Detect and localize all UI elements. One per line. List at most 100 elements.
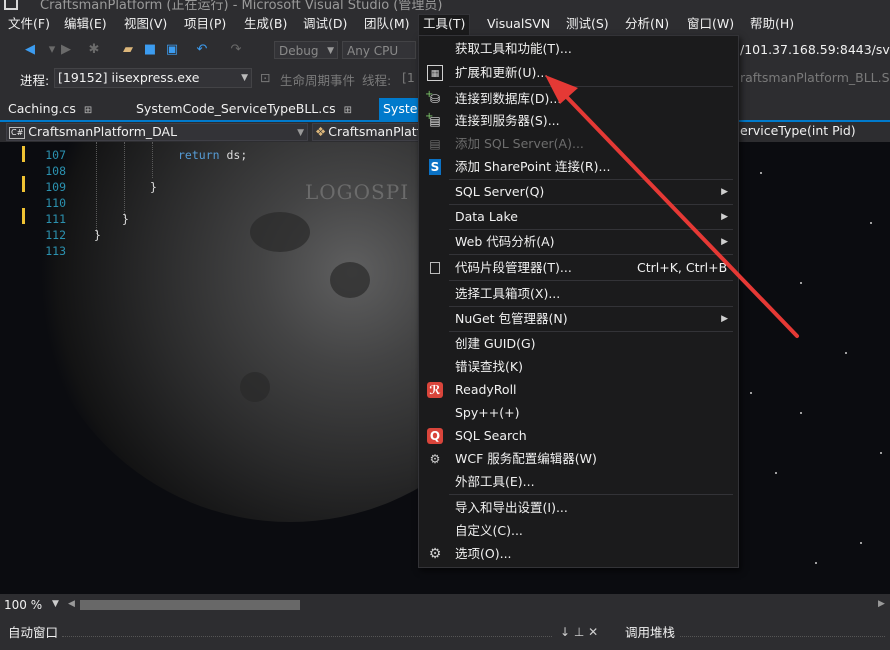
line-number: 108 — [45, 164, 66, 178]
process-combo[interactable]: [19152] iisexpress.exe ▼ — [54, 68, 252, 88]
menu-item-connect-database[interactable]: + ⛁ 连接到数据库(D)... — [419, 88, 738, 110]
menu-help[interactable]: 帮助(H) — [746, 15, 798, 33]
menu-item-external-tools[interactable]: 外部工具(E)... — [419, 471, 738, 493]
scroll-thumb[interactable] — [80, 600, 300, 610]
menu-file[interactable]: 文件(F) — [4, 15, 54, 33]
menu-item-options[interactable]: ⚙ 选项(O)... — [419, 543, 738, 565]
menu-item-spy[interactable]: Spy++(+) — [419, 402, 738, 424]
save-icon[interactable]: ■ — [142, 42, 158, 58]
menu-edit[interactable]: 编辑(E) — [60, 15, 111, 33]
menu-item-label: 添加 SharePoint 连接(R)... — [455, 159, 611, 174]
editor-horizontal-scrollbar[interactable]: 100 % ▼ ◀ ▶ — [0, 594, 890, 616]
menu-separator — [449, 306, 733, 307]
menu-test[interactable]: 测试(S) — [562, 15, 613, 33]
window-title: CraftsmanPlatform (正在运行) - Microsoft Vis… — [40, 0, 443, 12]
back-icon[interactable]: ◀ — [22, 42, 38, 58]
pin-icon[interactable]: ⊞ — [84, 105, 92, 116]
visual-studio-logo-icon — [4, 0, 18, 10]
open-file-icon[interactable]: ▰ — [120, 42, 136, 58]
forward-icon[interactable]: ▶ — [58, 42, 74, 58]
panel-pin-close-icons[interactable]: ↓ ⊥ ✕ — [560, 625, 598, 639]
menu-item-label: Web 代码分析(A) — [455, 234, 555, 249]
menu-item-add-sql-server[interactable]: ▤ 添加 SQL Server(A)... — [419, 133, 738, 155]
menu-item-label: 自定义(C)... — [455, 523, 523, 538]
sharepoint-icon: S — [429, 159, 441, 175]
lifecycle-events-icon[interactable]: ⊡ — [260, 70, 270, 85]
menu-window[interactable]: 窗口(W) — [683, 15, 738, 33]
menu-item-data-lake[interactable]: Data Lake ▶ — [419, 206, 738, 228]
menu-item-label: 选项(O)... — [455, 546, 512, 561]
submenu-arrow-icon: ▶ — [721, 187, 728, 197]
code-variable: ds; — [226, 148, 248, 162]
project-combo[interactable]: C# CraftsmanPlatform_DAL ▼ — [6, 123, 308, 141]
menu-item-label: 添加 SQL Server(A)... — [455, 136, 584, 151]
menu-item-nuget[interactable]: NuGet 包管理器(N) ▶ — [419, 308, 738, 330]
line-number: 112 — [45, 228, 66, 242]
star — [750, 392, 752, 394]
menu-item-web-code-analysis[interactable]: Web 代码分析(A) ▶ — [419, 231, 738, 253]
star — [775, 472, 777, 474]
process-value: [19152] iisexpress.exe — [58, 70, 200, 85]
menu-view[interactable]: 视图(V) — [120, 15, 171, 33]
menu-item-choose-toolbox[interactable]: 选择工具箱项(X)... — [419, 283, 738, 305]
chevron-down-icon: ▼ — [327, 46, 334, 56]
redo-icon[interactable]: ↷ — [228, 42, 244, 58]
undo-icon[interactable]: ↶ — [194, 42, 210, 58]
chevron-down-icon[interactable]: ▼ — [52, 599, 59, 609]
menu-item-error-lookup[interactable]: 错误查找(K) — [419, 356, 738, 378]
menu-build[interactable]: 生成(B) — [240, 15, 291, 33]
menu-item-sql-search[interactable]: Q SQL Search — [419, 425, 738, 447]
menu-item-add-sharepoint[interactable]: S 添加 SharePoint 连接(R)... — [419, 156, 738, 178]
submenu-arrow-icon: ▶ — [721, 314, 728, 324]
menu-visualsvn[interactable]: VisualSVN — [483, 15, 554, 33]
tab-caching[interactable]: Caching.cs ⊞ — [8, 98, 92, 120]
menu-separator — [449, 494, 733, 495]
scroll-right-icon[interactable]: ▶ — [878, 599, 885, 609]
menu-item-label: 创建 GUID(G) — [455, 336, 536, 351]
line-number: 110 — [45, 196, 66, 210]
menu-team[interactable]: 团队(M) — [360, 15, 414, 33]
menu-item-wcf-editor[interactable]: ⚙ WCF 服务配置编辑器(W) — [419, 448, 738, 470]
menu-item-readyroll[interactable]: ℛ ReadyRoll — [419, 379, 738, 401]
menu-item-sql-server[interactable]: SQL Server(Q) ▶ — [419, 181, 738, 203]
thread-label: 线程: — [362, 73, 392, 88]
database-icon: + ⛁ — [425, 89, 441, 106]
call-stack-window-title[interactable]: 调用堆栈 — [625, 624, 675, 650]
menu-separator — [449, 331, 733, 332]
changed-line-marker — [22, 146, 25, 162]
autos-window-title[interactable]: 自动窗口 — [8, 624, 58, 650]
scroll-left-icon[interactable]: ◀ — [68, 599, 75, 609]
menu-item-connect-server[interactable]: + ▤ 连接到服务器(S)... — [419, 110, 738, 132]
return-keyword: return — [178, 148, 220, 162]
menu-project[interactable]: 项目(P) — [180, 15, 230, 33]
type-combo[interactable]: ❖ CraftsmanPlatfo — [312, 123, 422, 141]
menu-analyze[interactable]: 分析(N) — [621, 15, 673, 33]
star — [860, 542, 862, 544]
menu-tools[interactable]: 工具(T) — [418, 14, 471, 37]
menu-item-label: Data Lake — [455, 209, 518, 224]
menu-item-get-tools[interactable]: 获取工具和功能(T)... — [419, 38, 738, 60]
menu-item-customize[interactable]: 自定义(C)... — [419, 520, 738, 542]
menu-item-label: SQL Server(Q) — [455, 184, 545, 199]
menu-item-code-snippets[interactable]: 代码片段管理器(T)... Ctrl+K, Ctrl+B — [419, 257, 738, 279]
menu-debug[interactable]: 调试(D) — [299, 15, 351, 33]
thread-combo[interactable]: [1 — [402, 70, 415, 85]
platform-combo[interactable]: Any CPU — [342, 41, 416, 59]
star — [870, 222, 872, 224]
new-project-icon[interactable]: ✱ — [86, 42, 102, 58]
configuration-combo[interactable]: Debug ▼ — [274, 41, 338, 59]
pin-icon[interactable]: ⊞ — [344, 105, 352, 116]
menu-item-import-export-settings[interactable]: 导入和导出设置(I)... — [419, 497, 738, 519]
menu-item-label: 连接到服务器(S)... — [455, 113, 560, 128]
zoom-level[interactable]: 100 % — [4, 598, 42, 612]
menu-item-create-guid[interactable]: 创建 GUID(G) — [419, 333, 738, 355]
menu-item-extensions-updates[interactable]: ▦ 扩展和更新(U)... — [419, 62, 738, 84]
menu-separator — [449, 280, 733, 281]
save-all-icon[interactable]: ▣ — [164, 42, 180, 58]
member-name: erviceType(int Pid) — [740, 123, 856, 138]
snippet-icon — [430, 262, 440, 274]
svn-url-fragment: /101.37.168.59:8443/svn/C — [740, 42, 890, 57]
lifecycle-events-button[interactable]: 生命周期事件 — [280, 70, 355, 89]
tab-servicetypebll[interactable]: SystemCode_ServiceTypeBLL.cs ⊞ — [136, 98, 352, 120]
tab-label: Caching.cs — [8, 101, 76, 116]
